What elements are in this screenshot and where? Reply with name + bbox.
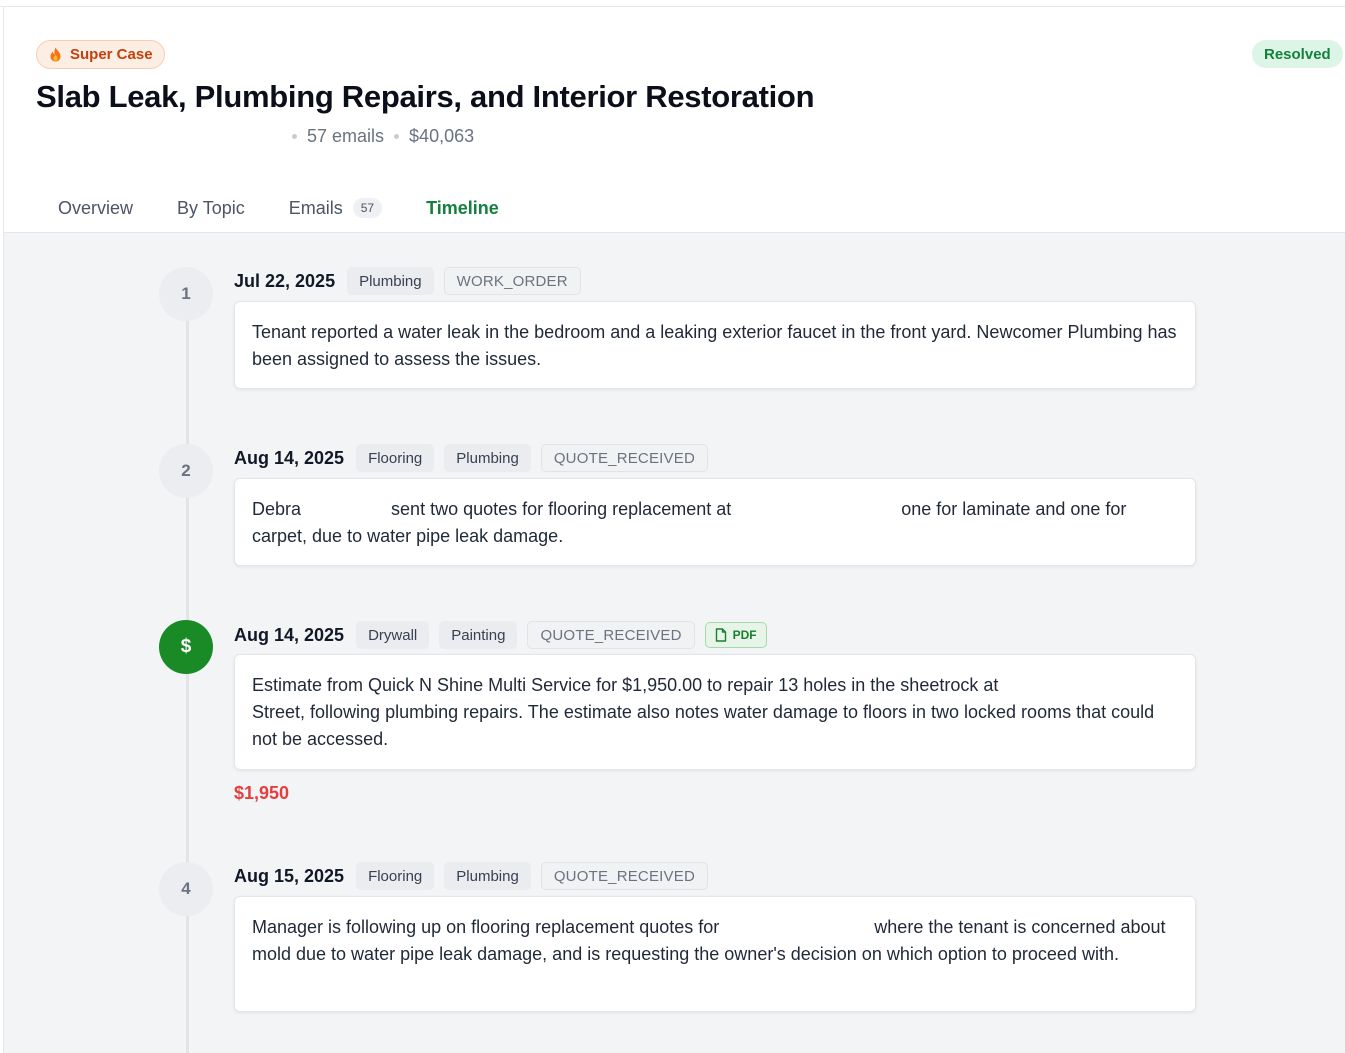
event-type-tag: QUOTE_RECEIVED [527, 621, 695, 649]
tab-label: Timeline [426, 197, 499, 218]
tab-overview[interactable]: Overview [36, 183, 155, 233]
tab-label: Emails [288, 197, 343, 218]
tab-label: Overview [58, 197, 134, 218]
flame-icon [50, 47, 61, 62]
event-type-tag: QUOTE_RECEIVED [540, 444, 708, 472]
topic-tag: Plumbing [444, 444, 531, 472]
topic-tag: Painting [439, 621, 518, 649]
entry-date: Aug 15, 2025 [234, 865, 345, 886]
topic-tag: Plumbing [444, 862, 531, 890]
timeline-marker: 1 [159, 267, 213, 321]
timeline-card: Estimate from Quick N Shine Multi Servic… [234, 654, 1196, 770]
timeline-card: Manager is following up on flooring repl… [234, 896, 1196, 1012]
super-case-label: Super Case [70, 46, 153, 63]
timeline-marker: 2 [159, 444, 213, 498]
pdf-label: PDF [732, 628, 757, 642]
super-case-badge: Super Case [36, 40, 165, 69]
total-amount: $40,063 [409, 126, 475, 146]
case-header: Super Case Resolved Slab Leak, Plumbing … [4, 7, 1345, 234]
timeline-card: Debra sent two quotes for flooring repla… [234, 478, 1196, 566]
timeline-entry-header: Aug 15, 2025 Flooring Plumbing QUOTE_REC… [234, 861, 708, 891]
status-badge: Resolved [1252, 40, 1343, 68]
money-marker: $ [159, 620, 213, 674]
tab-label: By Topic [177, 197, 245, 218]
pdf-attachment-button[interactable]: PDF [704, 622, 767, 648]
page-title: Slab Leak, Plumbing Repairs, and Interio… [36, 79, 815, 114]
event-type-tag: WORK_ORDER [443, 267, 581, 295]
event-type-tag: QUOTE_RECEIVED [540, 862, 708, 890]
case-meta: 57 emails $40,063 [292, 126, 474, 147]
topic-tag: Flooring [356, 444, 435, 472]
entry-amount: $1,950 [234, 783, 290, 803]
timeline-card: Tenant reported a water leak in the bedr… [234, 301, 1196, 389]
timeline-marker: 4 [159, 862, 213, 916]
timeline-entry-header: Aug 14, 2025 Flooring Plumbing QUOTE_REC… [234, 443, 708, 473]
email-count-badge: 57 [352, 198, 383, 218]
tab-by-topic[interactable]: By Topic [155, 183, 267, 233]
tab-bar: Overview By Topic Emails 57 Timeline [36, 183, 521, 234]
meta-separator [292, 134, 297, 139]
timeline-panel: 1 Jul 22, 2025 Plumbing WORK_ORDER Tenan… [4, 233, 1345, 1053]
tab-emails[interactable]: Emails 57 [267, 183, 404, 233]
topic-tag: Plumbing [347, 267, 434, 295]
timeline-entry-header: Aug 14, 2025 Drywall Painting QUOTE_RECE… [234, 620, 767, 650]
timeline-entry-header: Jul 22, 2025 Plumbing WORK_ORDER [234, 266, 581, 296]
entry-date: Jul 22, 2025 [234, 270, 336, 291]
meta-separator [394, 134, 400, 139]
email-count: 57 emails [307, 126, 385, 146]
entry-date: Aug 14, 2025 [234, 624, 345, 645]
document-icon [715, 628, 726, 642]
tab-timeline[interactable]: Timeline [404, 183, 521, 234]
topic-tag: Flooring [356, 862, 435, 890]
entry-date: Aug 14, 2025 [234, 447, 345, 468]
topic-tag: Drywall [356, 621, 430, 649]
